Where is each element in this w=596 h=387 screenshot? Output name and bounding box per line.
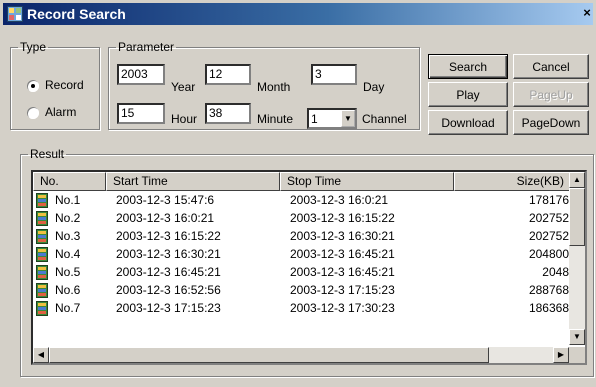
year-input[interactable]: 2003 xyxy=(117,64,165,85)
row-start-time: 2003-12-3 16:45:21 xyxy=(116,265,221,279)
table-row[interactable]: No.6 2003-12-3 16:52:56 2003-12-3 17:15:… xyxy=(33,282,573,300)
row-number: No.5 xyxy=(55,265,81,279)
row-stop-time: 2003-12-3 17:30:23 xyxy=(290,301,395,315)
vertical-scrollbar[interactable]: ▲ ▼ xyxy=(569,172,585,345)
video-record-icon xyxy=(36,283,48,298)
row-start-time: 2003-12-3 16:0:21 xyxy=(116,211,215,225)
row-stop-time: 2003-12-3 16:45:21 xyxy=(290,247,395,261)
minute-label: Minute xyxy=(257,112,294,126)
result-list[interactable]: No. Start Time Stop Time Size(KB) No.1 2… xyxy=(31,170,587,365)
channel-label: Channel xyxy=(362,112,407,126)
record-search-dialog: Record Search × Type Record Alarm Parame… xyxy=(0,0,596,387)
row-size: 202752 xyxy=(528,211,569,225)
vertical-scroll-thumb[interactable] xyxy=(569,188,585,246)
row-size: 186368 xyxy=(528,301,569,315)
table-row[interactable]: No.2 2003-12-3 16:0:21 2003-12-3 16:15:2… xyxy=(33,210,573,228)
column-header-start-time[interactable]: Start Time xyxy=(106,172,280,191)
channel-select-value: 1 xyxy=(311,112,318,126)
row-number: No.6 xyxy=(55,283,81,297)
cancel-button[interactable]: Cancel xyxy=(513,54,589,79)
month-label: Month xyxy=(257,80,291,94)
table-row[interactable]: No.1 2003-12-3 15:47:6 2003-12-3 16:0:21… xyxy=(33,192,573,210)
table-row[interactable]: No.4 2003-12-3 16:30:21 2003-12-3 16:45:… xyxy=(33,246,573,264)
minute-input[interactable]: 38 xyxy=(205,103,251,124)
download-button[interactable]: Download xyxy=(428,110,508,135)
row-start-time: 2003-12-3 15:47:6 xyxy=(116,193,215,207)
column-header-stop-time[interactable]: Stop Time xyxy=(280,172,454,191)
row-number: No.1 xyxy=(55,193,81,207)
window-title: Record Search xyxy=(27,6,126,22)
record-search-app-icon xyxy=(7,6,23,22)
row-start-time: 2003-12-3 16:30:21 xyxy=(116,247,221,261)
year-label: Year xyxy=(171,80,196,94)
video-record-icon xyxy=(36,211,48,226)
day-label: Day xyxy=(363,80,385,94)
video-record-icon xyxy=(36,193,48,208)
video-record-icon xyxy=(36,247,48,262)
search-button[interactable]: Search xyxy=(428,54,508,79)
record-radio[interactable] xyxy=(27,80,39,92)
pagedown-button[interactable]: PageDown xyxy=(513,110,589,135)
row-number: No.3 xyxy=(55,229,81,243)
day-input[interactable]: 3 xyxy=(311,64,357,85)
scrollbar-corner xyxy=(569,347,585,363)
table-row[interactable]: No.7 2003-12-3 17:15:23 2003-12-3 17:30:… xyxy=(33,300,573,318)
type-group-legend: Type xyxy=(20,40,47,54)
month-input[interactable]: 12 xyxy=(205,64,251,85)
scroll-right-icon[interactable]: ▶ xyxy=(553,347,569,363)
row-start-time: 2003-12-3 16:15:22 xyxy=(116,229,221,243)
row-number: No.4 xyxy=(55,247,81,261)
table-row[interactable]: No.5 2003-12-3 16:45:21 2003-12-3 16:45:… xyxy=(33,264,573,282)
scroll-down-icon[interactable]: ▼ xyxy=(569,329,585,345)
scroll-up-icon[interactable]: ▲ xyxy=(569,172,585,188)
row-stop-time: 2003-12-3 16:30:21 xyxy=(290,229,395,243)
row-size: 202752 xyxy=(528,229,569,243)
hour-label: Hour xyxy=(171,112,198,126)
row-stop-time: 2003-12-3 17:15:23 xyxy=(290,283,395,297)
alarm-radio[interactable] xyxy=(27,107,39,119)
channel-select[interactable]: 1 ▼ xyxy=(307,108,357,129)
row-number: No.7 xyxy=(55,301,81,315)
row-size: 288768 xyxy=(528,283,569,297)
scroll-left-icon[interactable]: ◀ xyxy=(33,347,49,363)
alarm-radio-label[interactable]: Alarm xyxy=(45,105,76,119)
row-stop-time: 2003-12-3 16:0:21 xyxy=(290,193,389,207)
row-start-time: 2003-12-3 16:52:56 xyxy=(116,283,221,297)
title-bar[interactable]: Record Search × xyxy=(3,3,593,25)
record-radio-label[interactable]: Record xyxy=(45,78,84,92)
row-stop-time: 2003-12-3 16:15:22 xyxy=(290,211,395,225)
row-size: 2048 xyxy=(542,265,569,279)
horizontal-scroll-thumb[interactable] xyxy=(49,347,489,363)
pageup-button[interactable]: PageUp xyxy=(513,82,589,107)
video-record-icon xyxy=(36,301,48,316)
video-record-icon xyxy=(36,229,48,244)
column-header-size[interactable]: Size(KB) xyxy=(454,172,571,191)
column-header-no[interactable]: No. xyxy=(33,172,106,191)
parameter-group-legend: Parameter xyxy=(118,40,175,54)
close-icon[interactable]: × xyxy=(579,4,595,22)
horizontal-scrollbar[interactable]: ◀ ▶ xyxy=(33,347,569,363)
row-number: No.2 xyxy=(55,211,81,225)
row-stop-time: 2003-12-3 16:45:21 xyxy=(290,265,395,279)
chevron-down-icon[interactable]: ▼ xyxy=(341,110,355,127)
row-start-time: 2003-12-3 17:15:23 xyxy=(116,301,221,315)
table-row[interactable]: No.3 2003-12-3 16:15:22 2003-12-3 16:30:… xyxy=(33,228,573,246)
result-group-legend: Result xyxy=(30,147,65,161)
row-size: 204800 xyxy=(528,247,569,261)
hour-input[interactable]: 15 xyxy=(117,103,165,124)
row-size: 178176 xyxy=(528,193,569,207)
video-record-icon xyxy=(36,265,48,280)
play-button[interactable]: Play xyxy=(428,82,508,107)
